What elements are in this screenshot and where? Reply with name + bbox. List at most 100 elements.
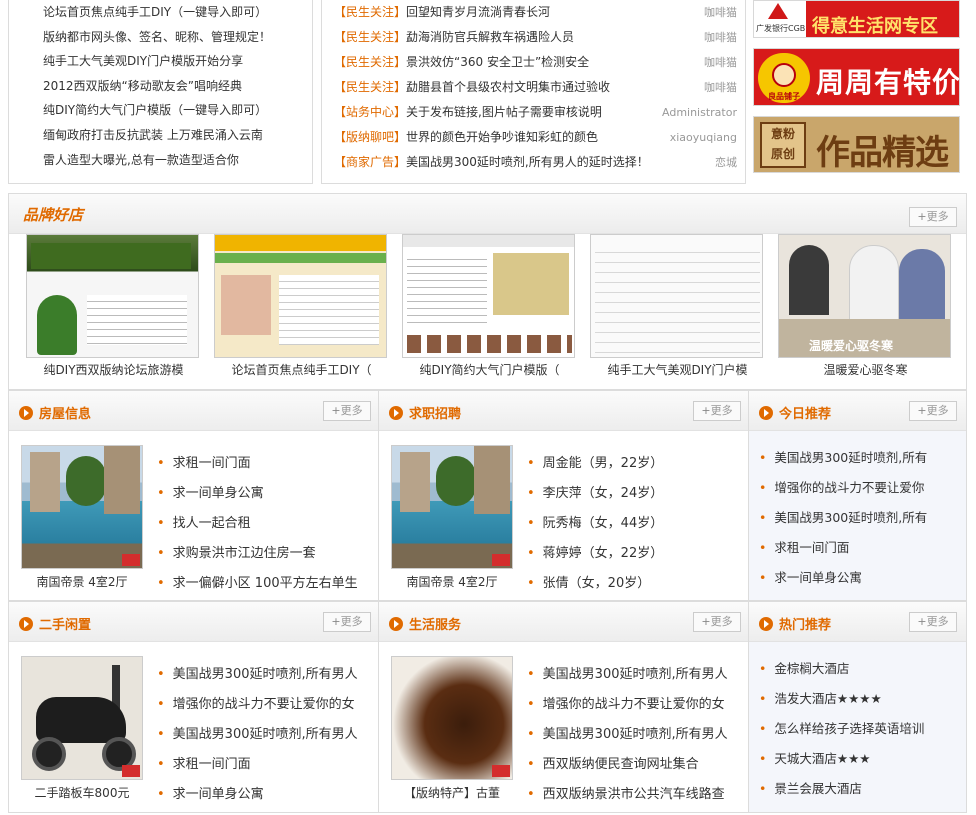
brand-more-button[interactable]: 更多 — [909, 207, 957, 227]
featured-works-ad-banner[interactable]: 意粉 原创 作品精选 — [753, 116, 960, 173]
list-item[interactable]: 怎么样给孩子选择英语培训 — [759, 714, 959, 744]
list-item[interactable]: 浩发大酒店★★★★ — [759, 684, 959, 714]
news-item[interactable]: 【民生关注】 勐腊县首个县级农村文明集市通过验收 咖啡猫 — [334, 75, 737, 100]
news-author[interactable]: 咖啡猫 — [704, 75, 737, 100]
cgb-bank-ad-banner[interactable]: 广发银行CGB 得意生活网专区 — [753, 0, 960, 38]
list-item[interactable]: 西双版纳景洪市公共汽车线路查 — [527, 780, 742, 810]
list-item[interactable]: 美国战男300延时喷剂,所有男人 — [157, 660, 372, 690]
today-more-button[interactable]: 更多 — [909, 401, 957, 421]
hot-more-button[interactable]: 更多 — [909, 612, 957, 632]
list-item[interactable]: 美国战男300延时喷剂,所有男人 — [157, 720, 372, 750]
list-item[interactable]: 求一间单身公寓 — [157, 479, 372, 509]
news-title[interactable]: 美国战男300延时喷剂,所有男人的延时选择！ — [406, 150, 709, 175]
shop-card[interactable]: 温暖爱心驱冬寒 温暖爱心驱冬寒 — [778, 234, 953, 382]
top-left-link[interactable]: 雷人造型大曝光,总有一款造型适合你 — [43, 148, 312, 173]
shop-thumbnail[interactable] — [402, 234, 575, 358]
news-author[interactable]: 咖啡猫 — [704, 25, 737, 50]
list-item[interactable]: 求购景洪市江边住房一套 — [157, 539, 372, 569]
shop-thumbnail[interactable] — [214, 234, 387, 358]
shop-caption[interactable]: 论坛首页焦点纯手工DIY（ — [214, 358, 389, 382]
news-title[interactable]: 勐海消防官兵解救车祸遇险人员 — [406, 25, 698, 50]
news-author[interactable]: 咖啡猫 — [704, 0, 737, 25]
top-left-link[interactable]: 论坛首页焦点纯手工DIY（一键导入即可） — [43, 0, 312, 25]
shop-caption[interactable]: 温暖爱心驱冬寒 — [778, 358, 953, 382]
news-category[interactable]: 【站务中心】 — [334, 100, 406, 125]
secondhand-more-button[interactable]: 更多 — [323, 612, 371, 632]
list-item[interactable]: 景兰会展大酒店 — [759, 774, 959, 804]
life-more-button[interactable]: 更多 — [693, 612, 741, 632]
news-title[interactable]: 景洪效仿“360 安全卫士”检测安全 — [406, 50, 698, 75]
list-item[interactable]: 阮秀梅（女，44岁） — [527, 509, 742, 539]
news-item[interactable]: 【商家广告】 美国战男300延时喷剂,所有男人的延时选择！ 恋城 — [334, 150, 737, 175]
list-item[interactable]: 张倩（女，20岁） — [527, 569, 742, 599]
life-photo-caption[interactable]: 【版纳特产】古董 — [387, 784, 517, 801]
list-item[interactable]: 蒋婷婷（女，22岁） — [527, 539, 742, 569]
shop-thumbnail[interactable] — [26, 234, 199, 358]
news-author[interactable]: Administrator — [662, 100, 737, 125]
news-item[interactable]: 【民生关注】 勐海消防官兵解救车祸遇险人员 咖啡猫 — [334, 25, 737, 50]
news-category[interactable]: 【民生关注】 — [334, 50, 406, 75]
top-left-link[interactable]: 2012西双版纳“移动歌友会”唱响经典 — [43, 74, 312, 99]
jobs-photo-caption[interactable]: 南国帝景 4室2厅 — [387, 573, 517, 590]
jobs-photo[interactable] — [391, 445, 513, 569]
news-title[interactable]: 关于发布链接,图片帖子需要审核说明 — [406, 100, 656, 125]
cgb-logo: 广发银行CGB — [754, 1, 805, 37]
shop-card[interactable]: 纯手工大气美观DIY门户模 — [590, 234, 765, 382]
housing-photo-caption[interactable]: 南国帝景 4室2厅 — [17, 573, 147, 590]
shop-caption[interactable]: 纯手工大气美观DIY门户模 — [590, 358, 765, 382]
list-item[interactable]: 美国战男300延时喷剂,所有男人 — [527, 660, 742, 690]
top-left-link[interactable]: 纯手工大气美观DIY门户模版开始分享 — [43, 49, 312, 74]
news-title[interactable]: 回望知青岁月流淌青春长河 — [406, 0, 698, 25]
news-title[interactable]: 世界的颜色开始争吵谁知彩虹的颜色 — [406, 125, 664, 150]
news-item[interactable]: 【民生关注】 回望知青岁月流淌青春长河 咖啡猫 — [334, 0, 737, 25]
list-item[interactable]: 求一间单身公寓 — [759, 563, 959, 593]
list-item[interactable]: 金棕榈大酒店 — [759, 654, 959, 684]
top-left-link[interactable]: 版纳都市网头像、签名、昵称、管理规定！ — [43, 25, 312, 50]
list-item[interactable]: 增强你的战斗力不要让爱你的女 — [527, 690, 742, 720]
news-author[interactable]: 咖啡猫 — [704, 50, 737, 75]
news-item[interactable]: 【民生关注】 景洪效仿“360 安全卫士”检测安全 咖啡猫 — [334, 50, 737, 75]
list-item[interactable]: 增强你的战斗力不要让爱你 — [759, 473, 959, 503]
jobs-more-button[interactable]: 更多 — [693, 401, 741, 421]
shop-card[interactable]: 纯DIY西双版纳论坛旅游模 — [26, 234, 201, 382]
news-item[interactable]: 【版纳聊吧】 世界的颜色开始争吵谁知彩虹的颜色 xiaoyuqiang — [334, 125, 737, 150]
list-item[interactable]: 求一间单身公寓 — [157, 780, 372, 810]
housing-photo[interactable] — [21, 445, 143, 569]
top-left-link[interactable]: 纯DIY简约大气门户模版（一键导入即可） — [43, 98, 312, 123]
news-category[interactable]: 【版纳聊吧】 — [334, 125, 406, 150]
secondhand-photo[interactable] — [21, 656, 143, 780]
list-item[interactable]: 美国战男300延时喷剂,所有男人 — [527, 720, 742, 750]
list-item[interactable]: 求租一间门面 — [157, 750, 372, 780]
list-item[interactable]: 求租一间门面 — [157, 449, 372, 479]
list-item[interactable]: 增强你的战斗力不要让爱你的女 — [157, 690, 372, 720]
life-photo[interactable] — [391, 656, 513, 780]
news-author[interactable]: 恋城 — [715, 150, 737, 175]
list-item[interactable]: 求租一间门面 — [759, 533, 959, 563]
jobs-list: 周金能（男，22岁） 李庆萍（女，24岁） 阮秀梅（女，44岁） 蒋婷婷（女，2… — [527, 449, 742, 599]
list-item[interactable]: 美国战男300延时喷剂,所有 — [759, 503, 959, 533]
list-item[interactable]: 求一偏僻小区 100平方左右单生 — [157, 569, 372, 599]
weekly-special-ad-banner[interactable]: 良品铺子 周周有特价 — [753, 48, 960, 106]
list-item[interactable]: 天城大酒店★★★ — [759, 744, 959, 774]
list-item[interactable]: 周金能（男，22岁） — [527, 449, 742, 479]
news-category[interactable]: 【商家广告】 — [334, 150, 406, 175]
top-left-link[interactable]: 缅甸政府打击反抗武装 上万难民涌入云南 — [43, 123, 312, 148]
list-item[interactable]: 西双版纳便民查询网址集合 — [527, 750, 742, 780]
news-item[interactable]: 【站务中心】 关于发布链接,图片帖子需要审核说明 Administrator — [334, 100, 737, 125]
list-item[interactable]: 找人一起合租 — [157, 509, 372, 539]
news-category[interactable]: 【民生关注】 — [334, 75, 406, 100]
secondhand-photo-caption[interactable]: 二手踏板车800元 — [17, 784, 147, 801]
shop-thumbnail[interactable]: 温暖爱心驱冬寒 — [778, 234, 951, 358]
shop-thumbnail[interactable] — [590, 234, 763, 358]
housing-more-button[interactable]: 更多 — [323, 401, 371, 421]
shop-card[interactable]: 纯DIY简约大气门户模版（ — [402, 234, 577, 382]
news-category[interactable]: 【民生关注】 — [334, 25, 406, 50]
news-author[interactable]: xiaoyuqiang — [670, 125, 737, 150]
news-category[interactable]: 【民生关注】 — [334, 0, 406, 25]
shop-caption[interactable]: 纯DIY简约大气门户模版（ — [402, 358, 577, 382]
list-item[interactable]: 李庆萍（女，24岁） — [527, 479, 742, 509]
shop-card[interactable]: 论坛首页焦点纯手工DIY（ — [214, 234, 389, 382]
shop-caption[interactable]: 纯DIY西双版纳论坛旅游模 — [26, 358, 201, 382]
news-title[interactable]: 勐腊县首个县级农村文明集市通过验收 — [406, 75, 698, 100]
list-item[interactable]: 美国战男300延时喷剂,所有 — [759, 443, 959, 473]
